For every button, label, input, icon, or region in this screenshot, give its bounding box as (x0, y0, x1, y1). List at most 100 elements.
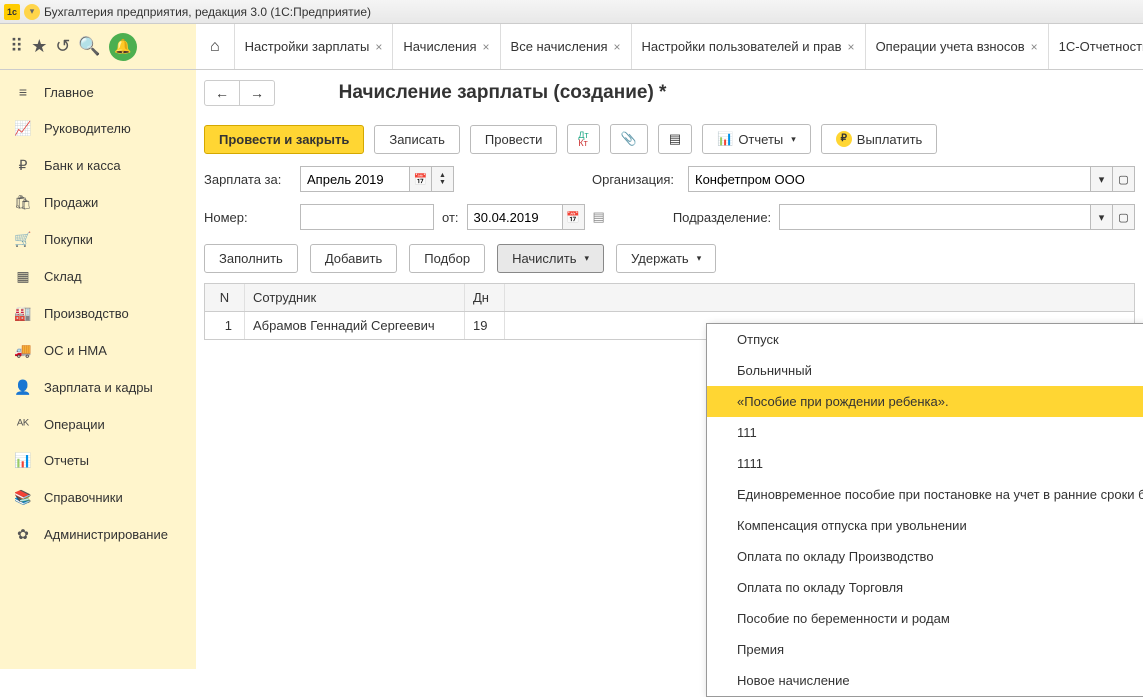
post-button[interactable]: Провести (470, 125, 558, 154)
dept-label: Подразделение: (673, 210, 771, 225)
tree-icon: ▤ (669, 131, 681, 147)
dropdown-item[interactable]: Пособие по беременности и родам (707, 603, 1143, 634)
sidebar-item-production[interactable]: 🏭Производство (0, 295, 196, 332)
tab-item[interactable]: Настройки зарплаты × (235, 24, 394, 69)
attach-button[interactable]: 📎 (610, 124, 648, 154)
close-icon[interactable]: × (848, 40, 855, 54)
list-mode-icon[interactable]: ▤ (593, 209, 605, 225)
tab-item[interactable]: Все начисления× (501, 24, 632, 69)
tab-label: Операции учета взносов (876, 39, 1025, 54)
sidebar-item-assets[interactable]: 🚚ОС и НМА (0, 332, 196, 369)
number-input[interactable] (300, 204, 434, 230)
pay-button[interactable]: ₽Выплатить (821, 124, 938, 154)
sidebar-item-manager[interactable]: 📈 Руководителю (0, 110, 196, 147)
sidebar-item-references[interactable]: 📚Справочники (0, 479, 196, 516)
paperclip-icon: 📎 (621, 131, 637, 147)
history-icon[interactable]: ↺ (55, 36, 70, 57)
open-icon[interactable]: ▢ (1113, 166, 1135, 192)
pick-button[interactable]: Подбор (409, 244, 485, 273)
dropdown-item[interactable]: Больничный (707, 355, 1143, 386)
tab-item[interactable]: Настройки пользователей и прав× (632, 24, 866, 69)
search-icon[interactable]: 🔍 (78, 36, 100, 57)
dropdown-icon[interactable]: ▾ (1091, 204, 1113, 230)
col-days[interactable]: Дн (465, 284, 505, 311)
tab-label: Настройки зарплаты (245, 39, 370, 54)
sidebar-label: Руководителю (44, 121, 131, 136)
favorite-icon[interactable]: ★ (31, 36, 47, 57)
withhold-button[interactable]: Удержать▾ (616, 244, 716, 273)
calendar-icon[interactable]: 📅 (563, 204, 585, 230)
dropdown-item[interactable]: Оплата по окладу Торговля (707, 572, 1143, 603)
sidebar-item-bank[interactable]: ₽Банк и касса (0, 147, 196, 184)
notifications-icon[interactable]: 🔔 (109, 33, 137, 61)
from-field: 📅 (467, 204, 585, 230)
dropdown-item[interactable]: 1111 (707, 448, 1143, 479)
grid-icon: ▦ (14, 268, 32, 285)
back-button[interactable]: ← (205, 81, 240, 105)
spin-buttons[interactable]: ▲▼ (432, 166, 454, 192)
dropdown-item[interactable]: Отпуск (707, 324, 1143, 355)
close-icon[interactable]: × (483, 40, 490, 54)
open-icon[interactable]: ▢ (1113, 204, 1135, 230)
org-input[interactable] (688, 166, 1091, 192)
write-button[interactable]: Записать (374, 125, 460, 154)
sidebar-item-payroll[interactable]: 👤Зарплата и кадры (0, 369, 196, 406)
accrue-button[interactable]: Начислить▾ (497, 244, 604, 273)
ruble-icon: ₽ (14, 157, 32, 174)
menu-icon: ≡ (14, 84, 32, 100)
fill-button[interactable]: Заполнить (204, 244, 298, 273)
app-1c-icon: 1c (4, 4, 20, 20)
from-input[interactable] (467, 204, 563, 230)
dropdown-icon[interactable]: ▾ (1091, 166, 1113, 192)
sidebar-label: Зарплата и кадры (44, 380, 153, 395)
cell-n: 1 (205, 312, 245, 339)
sidebar-item-reports[interactable]: 📊Отчеты (0, 442, 196, 479)
home-tab[interactable]: ⌂ (196, 24, 235, 69)
structure-button[interactable]: ▤ (658, 124, 692, 154)
close-icon[interactable]: × (614, 40, 621, 54)
window-titlebar: 1c ▾ Бухгалтерия предприятия, редакция 3… (0, 0, 1143, 24)
sidebar-label: Покупки (44, 232, 93, 247)
sidebar-item-main[interactable]: ≡Главное (0, 74, 196, 110)
tab-item[interactable]: 1С-Отчетность× (1049, 24, 1143, 69)
dropdown-item-highlighted[interactable]: «Пособие при рождении ребенка». (707, 386, 1143, 417)
col-employee[interactable]: Сотрудник (245, 284, 465, 311)
dropdown-item[interactable]: Единовременное пособие при постановке на… (707, 479, 1143, 510)
forward-button[interactable]: → (240, 81, 274, 105)
content-area: ← → Начисление зарплаты (создание) * Про… (196, 70, 1143, 669)
tabs-bar: ⌂ Настройки зарплаты × Начисления × Все на… (196, 24, 1143, 69)
chevron-down-icon: ▾ (697, 253, 702, 264)
dropdown-item[interactable]: Новое начисление (707, 665, 1143, 696)
window-title: Бухгалтерия предприятия, редакция 3.0 (1… (44, 5, 371, 19)
sidebar-item-purchases[interactable]: 🛒Покупки (0, 221, 196, 258)
tab-label: Начисления (403, 39, 476, 54)
post-and-close-button[interactable]: Провести и закрыть (204, 125, 364, 154)
close-icon[interactable]: × (375, 40, 382, 54)
nav-back-forward: ← → (204, 80, 275, 106)
sidebar-item-operations[interactable]: ᴬᴷОперации (0, 406, 196, 442)
tab-item[interactable]: Операции учета взносов × (866, 24, 1049, 69)
close-icon[interactable]: × (1031, 40, 1038, 54)
add-button[interactable]: Добавить (310, 244, 397, 273)
dept-input[interactable] (779, 204, 1091, 230)
salary-for-input[interactable] (300, 166, 410, 192)
sidebar-item-warehouse[interactable]: ▦Склад (0, 258, 196, 295)
number-label: Номер: (204, 210, 292, 225)
calendar-icon[interactable]: 📅 (410, 166, 432, 192)
sidebar-item-sales[interactable]: 🛍Продажи (0, 184, 196, 221)
toolbar-system-area: ⠿ ★ ↺ 🔍 🔔 (0, 24, 196, 69)
tab-item[interactable]: Начисления × (393, 24, 500, 69)
apps-icon[interactable]: ⠿ (10, 36, 23, 57)
col-n[interactable]: N (205, 284, 245, 311)
chart-icon: 📈 (14, 120, 32, 137)
dropdown-item[interactable]: 111 (707, 417, 1143, 448)
salary-for-label: Зарплата за: (204, 172, 292, 187)
dropdown-item[interactable]: Оплата по окладу Производство (707, 541, 1143, 572)
dropdown-item[interactable]: Премия (707, 634, 1143, 665)
app-dropdown-icon[interactable]: ▾ (24, 4, 40, 20)
org-field: ▾ ▢ (688, 166, 1135, 192)
sidebar-item-admin[interactable]: ✿Администрирование (0, 516, 196, 553)
dropdown-item[interactable]: Компенсация отпуска при увольнении (707, 510, 1143, 541)
dtkt-button[interactable]: ДтКт (567, 124, 599, 154)
reports-button[interactable]: 📊Отчеты▾ (702, 124, 811, 154)
